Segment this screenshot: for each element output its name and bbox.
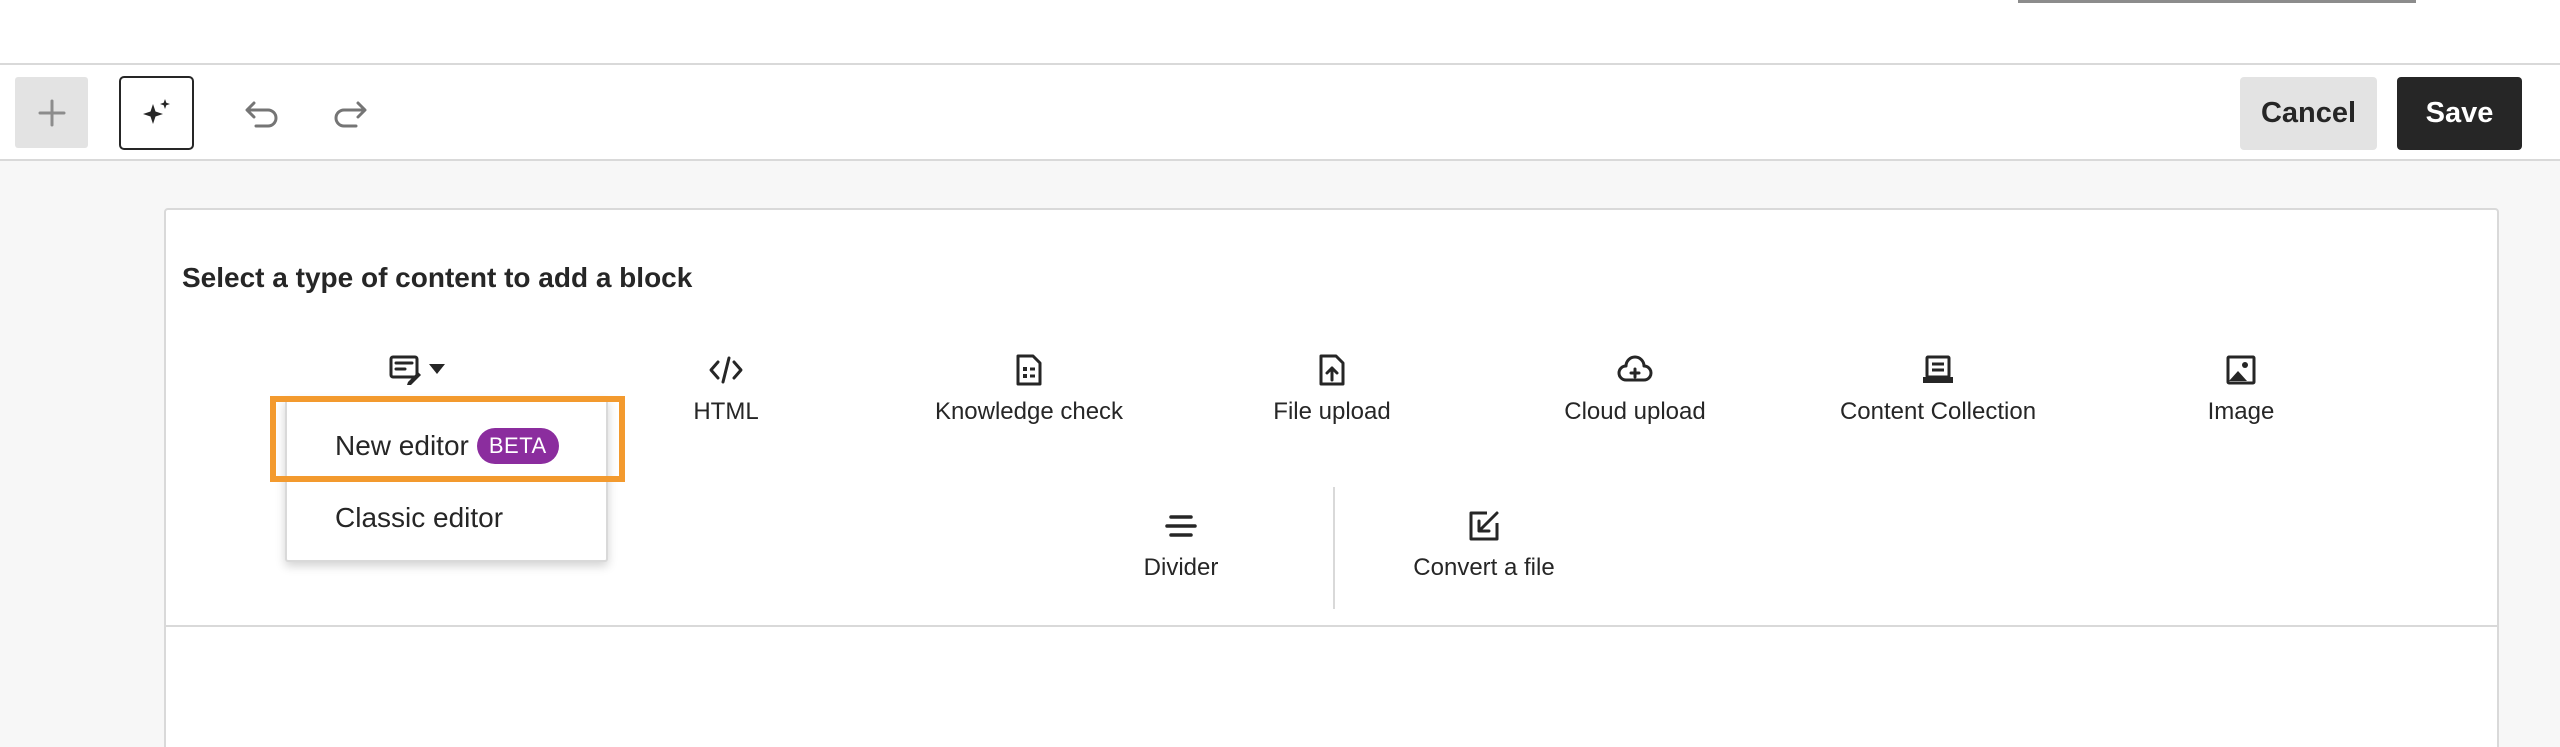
content-collection-icon xyxy=(1923,355,1953,383)
block-knowledge-check[interactable]: Knowledge check xyxy=(889,350,1169,426)
menu-item-classic-editor[interactable]: Classic editor xyxy=(287,488,606,548)
block-label: Content Collection xyxy=(1839,398,2037,425)
convert-file-icon xyxy=(1469,511,1499,541)
highlight-box xyxy=(270,396,625,482)
redo-icon xyxy=(334,101,367,128)
block-label: Convert a file xyxy=(1413,554,1555,581)
top-input-underline xyxy=(2018,0,2416,3)
block-divider[interactable]: Divider xyxy=(1041,506,1321,582)
divider-icon xyxy=(1165,515,1197,537)
redo-button[interactable] xyxy=(326,89,374,137)
row-separator xyxy=(1333,487,1335,609)
text-editor-trigger[interactable] xyxy=(388,348,446,390)
block-label: Cloud upload xyxy=(1564,398,1706,425)
cancel-button[interactable]: Cancel xyxy=(2240,77,2377,150)
knowledge-check-icon xyxy=(1016,354,1042,386)
text-editor-icon xyxy=(389,355,421,385)
menu-item-label: Classic editor xyxy=(335,502,504,533)
image-icon xyxy=(2226,355,2256,385)
panel-divider xyxy=(166,625,2497,627)
undo-button[interactable] xyxy=(238,89,286,137)
block-cloud-upload[interactable]: Cloud upload xyxy=(1495,350,1775,426)
block-image[interactable]: Image xyxy=(2101,350,2381,426)
save-button[interactable]: Save xyxy=(2397,77,2522,150)
cloud-upload-icon xyxy=(1617,355,1653,382)
editor-toolbar: Cancel Save xyxy=(0,65,2560,161)
block-file-upload[interactable]: File upload xyxy=(1192,350,1472,426)
block-content-collection[interactable]: Content Collection xyxy=(1798,350,2078,426)
sparkle-icon xyxy=(142,99,170,124)
caret-down-icon xyxy=(429,364,445,374)
block-label: Image xyxy=(2207,398,2275,425)
top-bar xyxy=(0,0,2560,65)
panel-title: Select a type of content to add a block xyxy=(182,262,693,293)
ai-assist-button[interactable] xyxy=(119,76,194,150)
plus-icon xyxy=(38,99,65,126)
block-label: File upload xyxy=(1273,398,1391,425)
file-upload-icon xyxy=(1319,354,1345,386)
block-label: Knowledge check xyxy=(934,398,1124,425)
code-icon xyxy=(709,356,743,384)
block-convert-file[interactable]: Convert a file xyxy=(1344,506,1624,582)
block-label: HTML xyxy=(693,398,759,425)
add-block-button[interactable] xyxy=(15,77,88,148)
undo-icon xyxy=(245,101,278,128)
block-label: Divider xyxy=(1143,554,1219,581)
block-html[interactable]: HTML xyxy=(586,350,866,426)
